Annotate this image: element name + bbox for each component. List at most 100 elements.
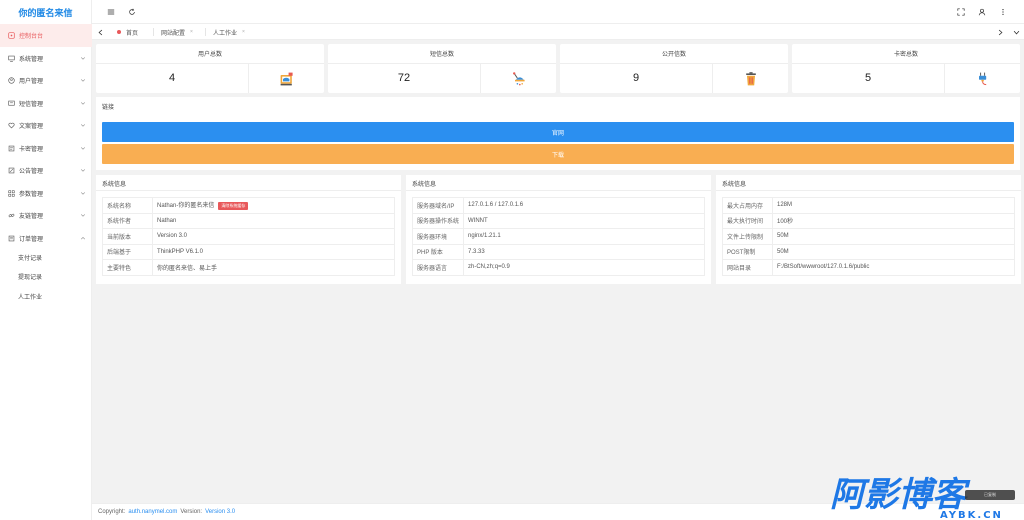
trash-icon [745,71,756,85]
table-row: 服务器语言 zh-CN,zh;q=0.9 [411,259,705,276]
stat-label: 卡密总数 [893,52,918,58]
info-key: 服务器环境 [411,228,465,245]
stat-card-public-letters: 公开信数 9 [560,44,788,93]
chevron-down-icon [80,214,86,217]
panel-title: 系统信息 [102,182,127,188]
stat-label: 用户总数 [197,52,222,58]
sidebar-item-cards[interactable]: 卡密管理 [0,137,92,160]
version-link[interactable]: Version 3.0 [205,509,235,515]
sidebar-item-label: 系统管理 [19,56,44,63]
info-key: 最大占用内存 [722,197,773,214]
table-row: 系统名称 Nathan-你的匿名来信 清除系统缓存 [102,197,395,214]
tabs-scroll-left-button[interactable] [95,27,105,37]
php-info-panel: 系统信息 最大占用内存 128M 最大执行时间 100秒 文件上传限制 50M POS… [716,175,1021,284]
table-row: PHP 版本 7.3.33 [411,243,705,260]
divider [560,63,712,64]
sidebar-item-copywriting[interactable]: 文案管理 [0,114,92,137]
chevron-left-icon [98,29,102,35]
sidebar-subitem-manual[interactable]: 人工作业 [0,287,92,307]
divider [406,190,711,191]
more-vertical-icon [1002,8,1004,16]
stat-value: 5 [864,72,872,84]
tab-label: 首页 [126,30,139,37]
cup-icon [280,72,293,85]
sidebar-subitem-withdrawals[interactable]: 提现记录 [0,267,92,287]
chevron-up-icon [80,236,86,240]
site-link[interactable]: auth.nanymel.com [128,509,177,515]
official-site-button[interactable]: 官网 [102,122,1014,142]
info-value: Version 3.0 [152,228,395,245]
info-key: POST限制 [722,243,773,260]
user-account-button[interactable] [977,7,987,17]
info-value: zh-CN,zh;q=0.9 [463,259,705,276]
divider [96,190,401,191]
chevron-down-icon [1013,30,1019,34]
heart-icon [7,121,15,129]
sidebar-item-label: 公告管理 [19,168,44,175]
sidebar-item-label: 友链管理 [19,213,44,220]
divider [716,190,1021,191]
monitor-icon [7,54,15,62]
table-row: 当前版本 Version 3.0 [102,228,395,245]
info-value: Nathan-你的匿名来信 [157,203,215,210]
more-options-button[interactable] [998,7,1008,17]
info-value-cell: Nathan-你的匿名来信 清除系统缓存 [152,197,395,214]
fullscreen-button[interactable] [956,7,966,17]
info-key: 后端基于 [102,243,153,260]
refresh-button[interactable] [127,7,137,17]
links-title: 链接 [102,105,115,111]
info-key: 服务器操作系统 [411,212,465,229]
sidebar-item-sms[interactable]: 短信管理 [0,92,92,115]
stat-label: 短信总数 [429,52,454,58]
info-value: WINNT [463,212,705,229]
table-row: 服务器操作系统 WINNT [411,212,705,229]
sidebar-item-dashboard[interactable]: 控制台台 [0,24,92,47]
table-row: 服务器域名/IP 127.0.1.6 / 127.0.1.6 [411,197,705,214]
copy-toast: 已复制 [965,490,1015,500]
close-icon[interactable]: × [190,29,193,35]
table-row: POST限制 50M [722,243,1015,260]
menu-toggle-button[interactable] [106,7,116,17]
user-icon [978,8,986,16]
sidebar-item-notices[interactable]: 公告管理 [0,159,92,182]
sidebar-item-label: 文案管理 [19,123,44,130]
sidebar-item-system[interactable]: 系统管理 [0,47,92,70]
clear-cache-button[interactable]: 清除系统缓存 [218,202,249,211]
tab-label: 人工作业 [213,30,238,37]
user-icon [7,76,15,84]
sidebar-item-orders[interactable]: 订单管理 [0,227,92,250]
sidebar-item-label: 控制台台 [19,33,44,40]
tabs-scroll-right-button[interactable] [995,27,1005,37]
lamp-icon [512,71,525,85]
stat-card-cards: 卡密总数 5 [792,44,1020,93]
tab-home[interactable]: 首页 [117,24,138,40]
order-icon [7,234,15,242]
grid-icon [7,189,15,197]
download-button[interactable]: 下载 [102,144,1014,164]
stat-card-users: 用户总数 4 [96,44,324,93]
info-key: 最大执行时间 [722,212,773,229]
refresh-icon [129,8,135,15]
tab-site-config[interactable]: 网站配置 × [153,24,193,40]
stat-icon-box [944,63,1020,93]
table-row: 系统作者 Nathan [102,212,395,229]
active-tab-dot [117,30,121,34]
tabs-dropdown-button[interactable] [1011,27,1021,37]
close-icon[interactable]: × [242,29,245,35]
sidebar-item-users[interactable]: 用户管理 [0,69,92,92]
table-row: 服务器环境 nginx/1.21.1 [411,228,705,245]
sidebar-item-label: 参数管理 [19,191,44,198]
stat-icon-box [712,63,788,93]
sidebar-item-links[interactable]: 友链管理 [0,204,92,227]
stat-icon-box [480,63,556,93]
hamburger-icon [107,9,115,15]
divider [96,63,248,64]
stat-value: 72 [397,72,411,84]
sidebar-item-params[interactable]: 参数管理 [0,182,92,205]
chevron-down-icon [80,79,86,82]
table-row: 文件上传限制 50M [722,228,1015,245]
chevron-down-icon [80,169,86,172]
tab-manual-work[interactable]: 人工作业 × [205,24,245,40]
sidebar-subitem-payments[interactable]: 支付记录 [0,248,92,268]
app-logo[interactable]: 你的匿名来信 [0,0,91,26]
